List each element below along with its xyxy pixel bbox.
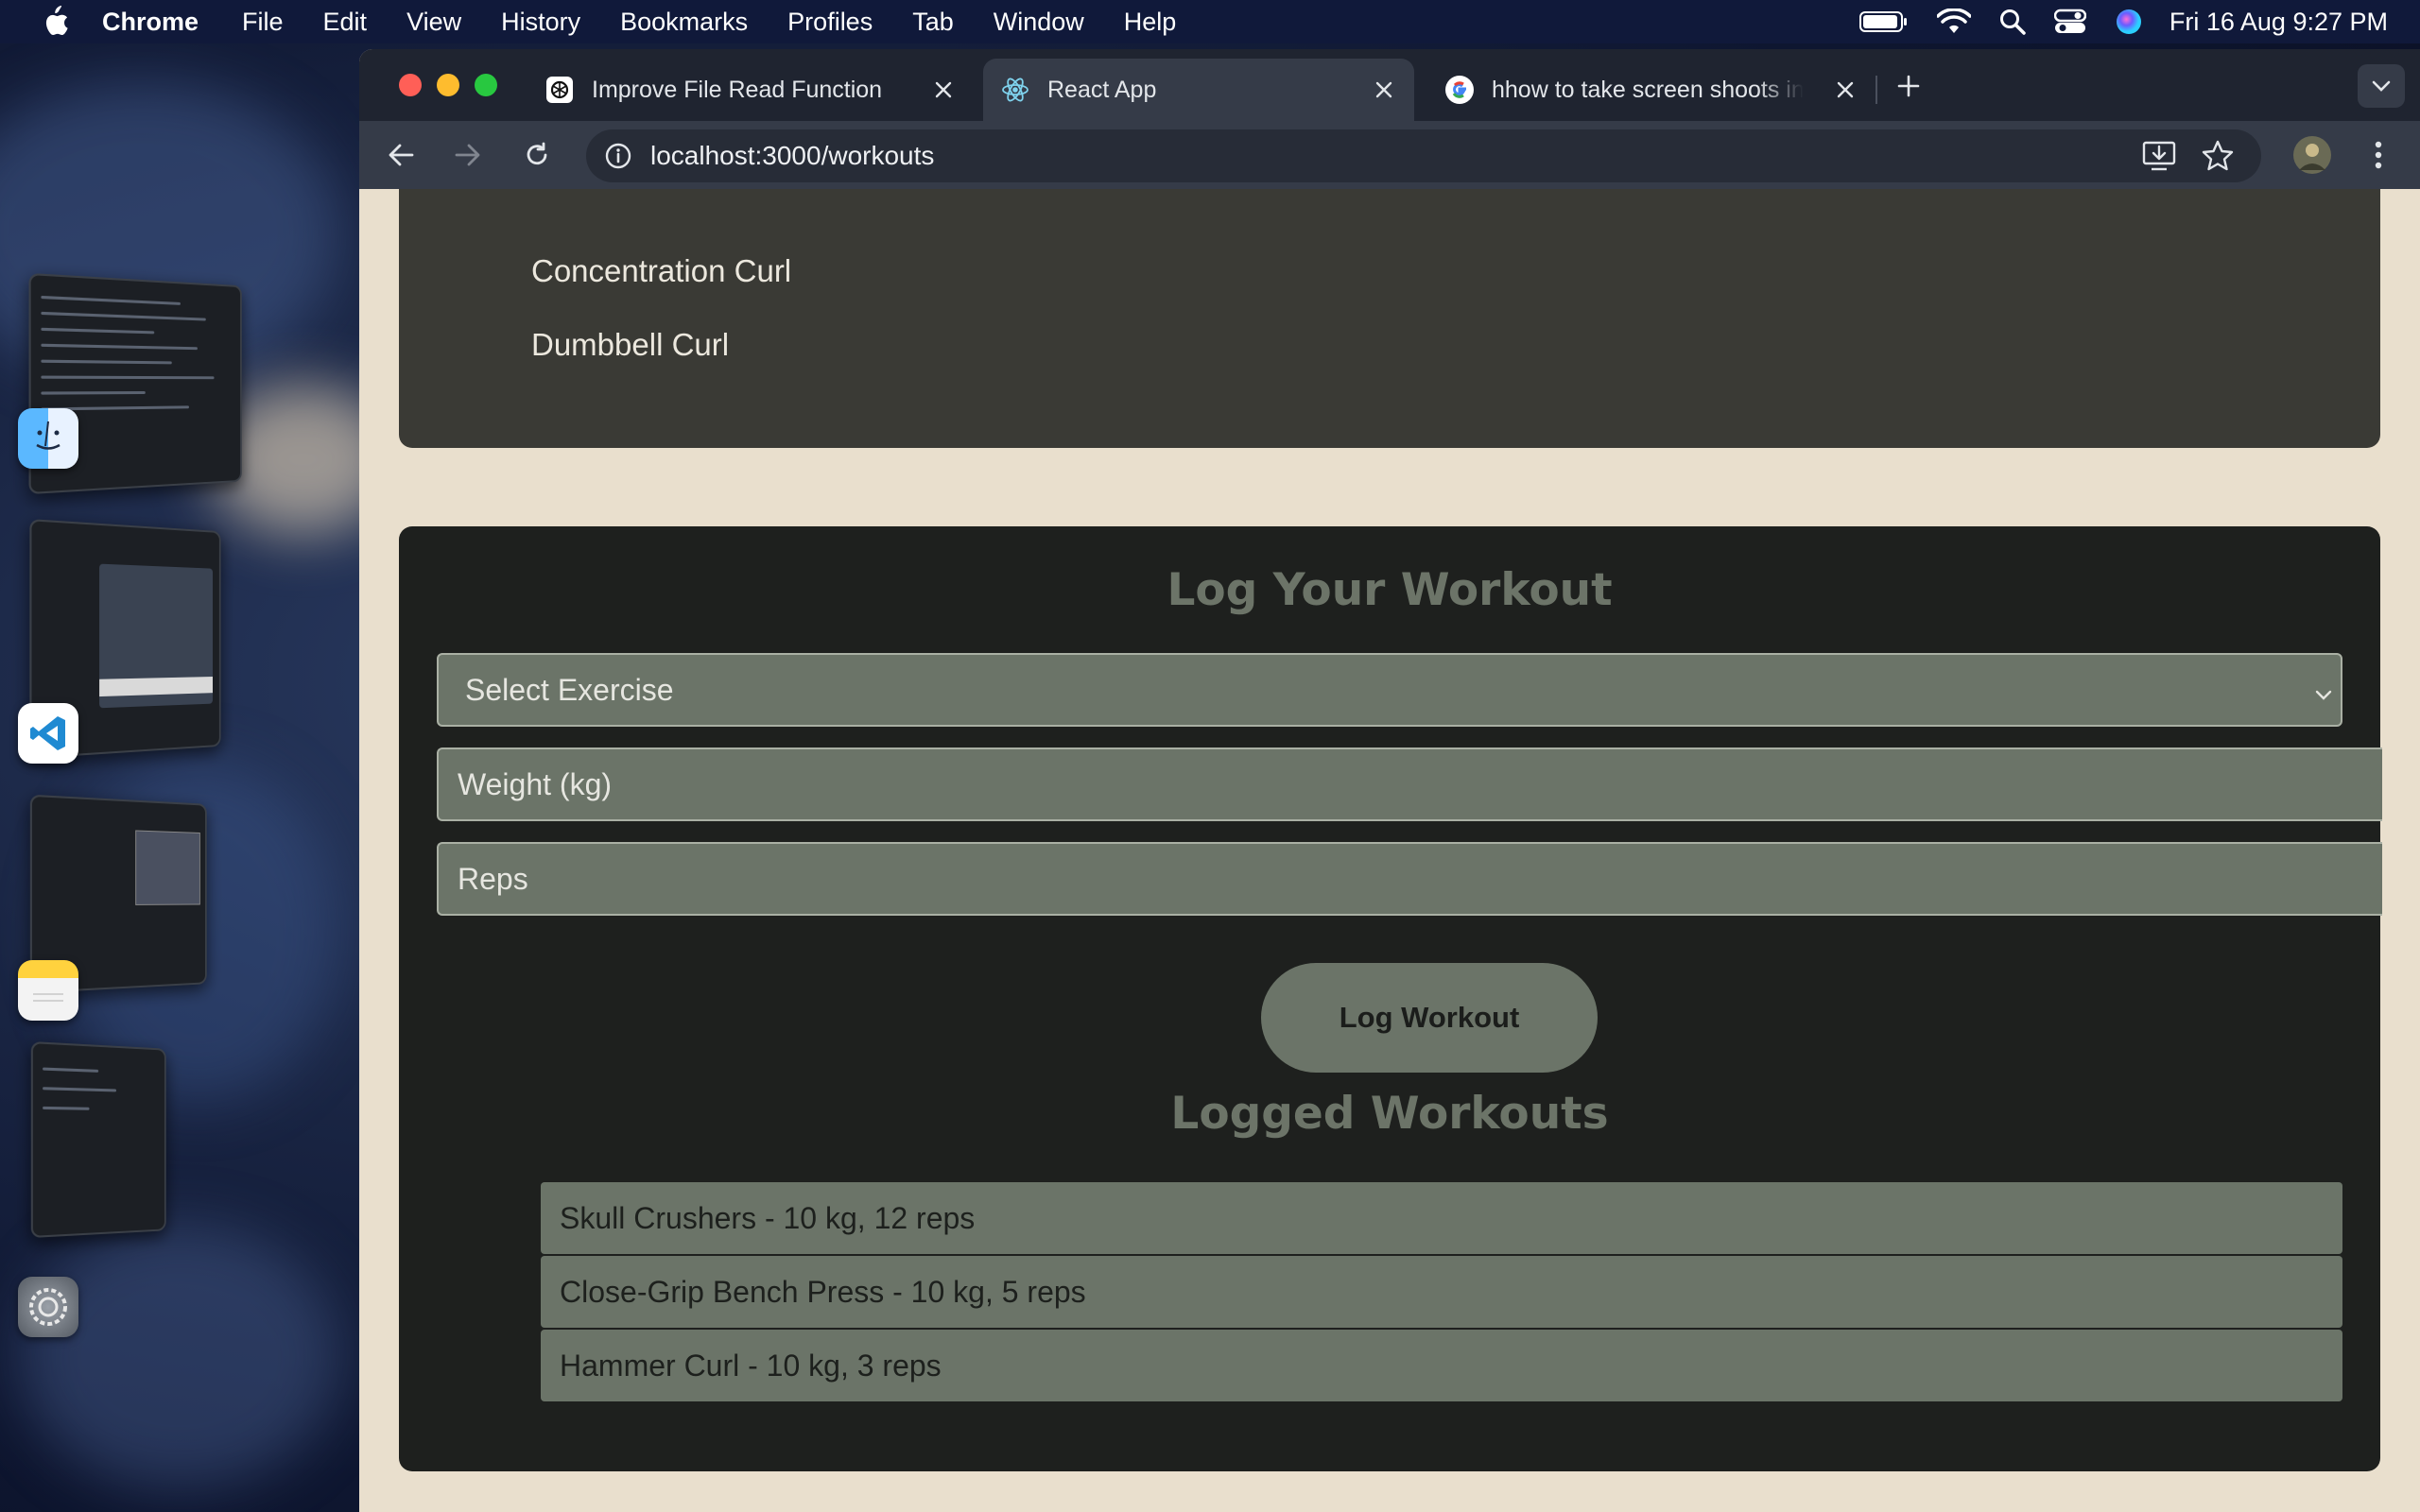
google-icon xyxy=(1444,75,1475,105)
menu-bar: Chrome File Edit View History Bookmarks … xyxy=(0,0,2420,43)
menu-help[interactable]: Help xyxy=(1124,8,1177,37)
minimize-window-icon[interactable] xyxy=(437,74,459,96)
install-app-icon[interactable] xyxy=(2140,137,2178,180)
menu-app-name[interactable]: Chrome xyxy=(102,8,199,37)
openai-icon xyxy=(544,75,575,105)
address-bar[interactable]: localhost:3000/workouts xyxy=(586,129,2261,182)
reps-input-placeholder: Reps xyxy=(458,861,528,896)
tab-title: hhow to take screen shoots in xyxy=(1492,76,1804,103)
bookmark-star-icon[interactable] xyxy=(2199,137,2237,180)
browser-toolbar: localhost:3000/workouts xyxy=(359,121,2420,189)
profile-avatar[interactable] xyxy=(2291,134,2333,176)
weight-input-placeholder: Weight (kg) xyxy=(458,766,613,801)
log-workout-card: Log Your Workout Select Exercise Weight … xyxy=(399,526,2382,1471)
log-workout-heading: Log Your Workout xyxy=(1167,564,1613,616)
exercise-item[interactable]: Concentration Curl xyxy=(531,253,791,289)
site-info-icon[interactable] xyxy=(601,139,635,173)
menu-window[interactable]: Window xyxy=(994,8,1084,37)
logged-workout-row: Skull Crushers - 10 kg, 12 reps xyxy=(541,1182,2342,1254)
system-settings-icon[interactable] xyxy=(18,1277,78,1337)
tab-google-search[interactable]: hhow to take screen shoots in xyxy=(1444,59,1858,121)
exercise-select-value: Select Exercise xyxy=(465,672,674,707)
tab-strip: Improve File Read Function React App hho… xyxy=(359,49,2420,121)
finder-icon[interactable] xyxy=(18,408,78,469)
menu-history[interactable]: History xyxy=(501,8,580,37)
siri-icon[interactable] xyxy=(2115,8,2143,36)
weight-input[interactable]: Weight (kg) xyxy=(437,747,2382,821)
log-workout-button[interactable]: Log Workout xyxy=(1261,963,1598,1073)
new-tab-icon[interactable] xyxy=(1893,70,1925,102)
back-arrow-icon[interactable] xyxy=(380,134,422,176)
maximize-window-icon[interactable] xyxy=(475,74,497,96)
reload-icon[interactable] xyxy=(516,134,558,176)
logged-workout-row: Hammer Curl - 10 kg, 3 reps xyxy=(541,1330,2342,1401)
tab-title: Improve File Read Function xyxy=(592,76,883,103)
menubar-clock[interactable]: Fri 16 Aug 9:27 PM xyxy=(2169,8,2388,37)
menu-tab[interactable]: Tab xyxy=(912,8,954,37)
tab-search-chevron-icon[interactable] xyxy=(2358,64,2405,108)
forward-arrow-icon[interactable] xyxy=(447,134,489,176)
logged-workout-row: Close-Grip Bench Press - 10 kg, 5 reps xyxy=(541,1256,2342,1328)
chevron-down-icon xyxy=(2312,679,2335,702)
browser-window: Improve File Read Function React App hho… xyxy=(359,49,2420,1512)
logged-workouts-heading: Logged Workouts xyxy=(1170,1088,1609,1140)
exercise-list-card: Concentration Curl Dumbbell Curl xyxy=(399,189,2380,448)
desktop xyxy=(0,43,359,1512)
stage-manager-window-thumbnail[interactable] xyxy=(30,1040,166,1239)
close-tab-icon[interactable] xyxy=(930,77,957,103)
apple-menu-icon[interactable] xyxy=(36,3,74,41)
spotlight-search-icon[interactable] xyxy=(1999,9,2026,35)
wifi-icon[interactable] xyxy=(1936,9,1971,35)
notes-icon[interactable] xyxy=(18,960,78,1021)
tab-react-app[interactable]: React App xyxy=(983,59,1414,121)
exercise-select[interactable]: Select Exercise xyxy=(437,653,2342,727)
close-window-icon[interactable] xyxy=(399,74,422,96)
menu-file[interactable]: File xyxy=(242,8,284,37)
menu-profiles[interactable]: Profiles xyxy=(787,8,873,37)
vscode-icon[interactable] xyxy=(18,703,78,764)
menu-edit[interactable]: Edit xyxy=(323,8,368,37)
tab-improve-file-read[interactable]: Improve File Read Function xyxy=(544,59,957,121)
tab-title: React App xyxy=(1047,76,1157,103)
close-tab-icon[interactable] xyxy=(1832,77,1858,103)
tab-separator xyxy=(1876,76,1877,104)
menu-bookmarks[interactable]: Bookmarks xyxy=(620,8,748,37)
menu-view[interactable]: View xyxy=(406,8,461,37)
react-icon xyxy=(1000,75,1030,105)
url-text: localhost:3000/workouts xyxy=(650,141,935,170)
page-content: Concentration Curl Dumbbell Curl Log You… xyxy=(359,189,2420,1512)
exercise-item[interactable]: Dumbbell Curl xyxy=(531,327,729,363)
more-options-icon[interactable] xyxy=(2358,134,2399,176)
close-tab-icon[interactable] xyxy=(1371,77,1397,103)
battery-icon[interactable] xyxy=(1858,10,1909,33)
reps-input[interactable]: Reps xyxy=(437,842,2382,916)
control-center-icon[interactable] xyxy=(2053,9,2086,35)
nebula-glow xyxy=(19,1225,340,1489)
